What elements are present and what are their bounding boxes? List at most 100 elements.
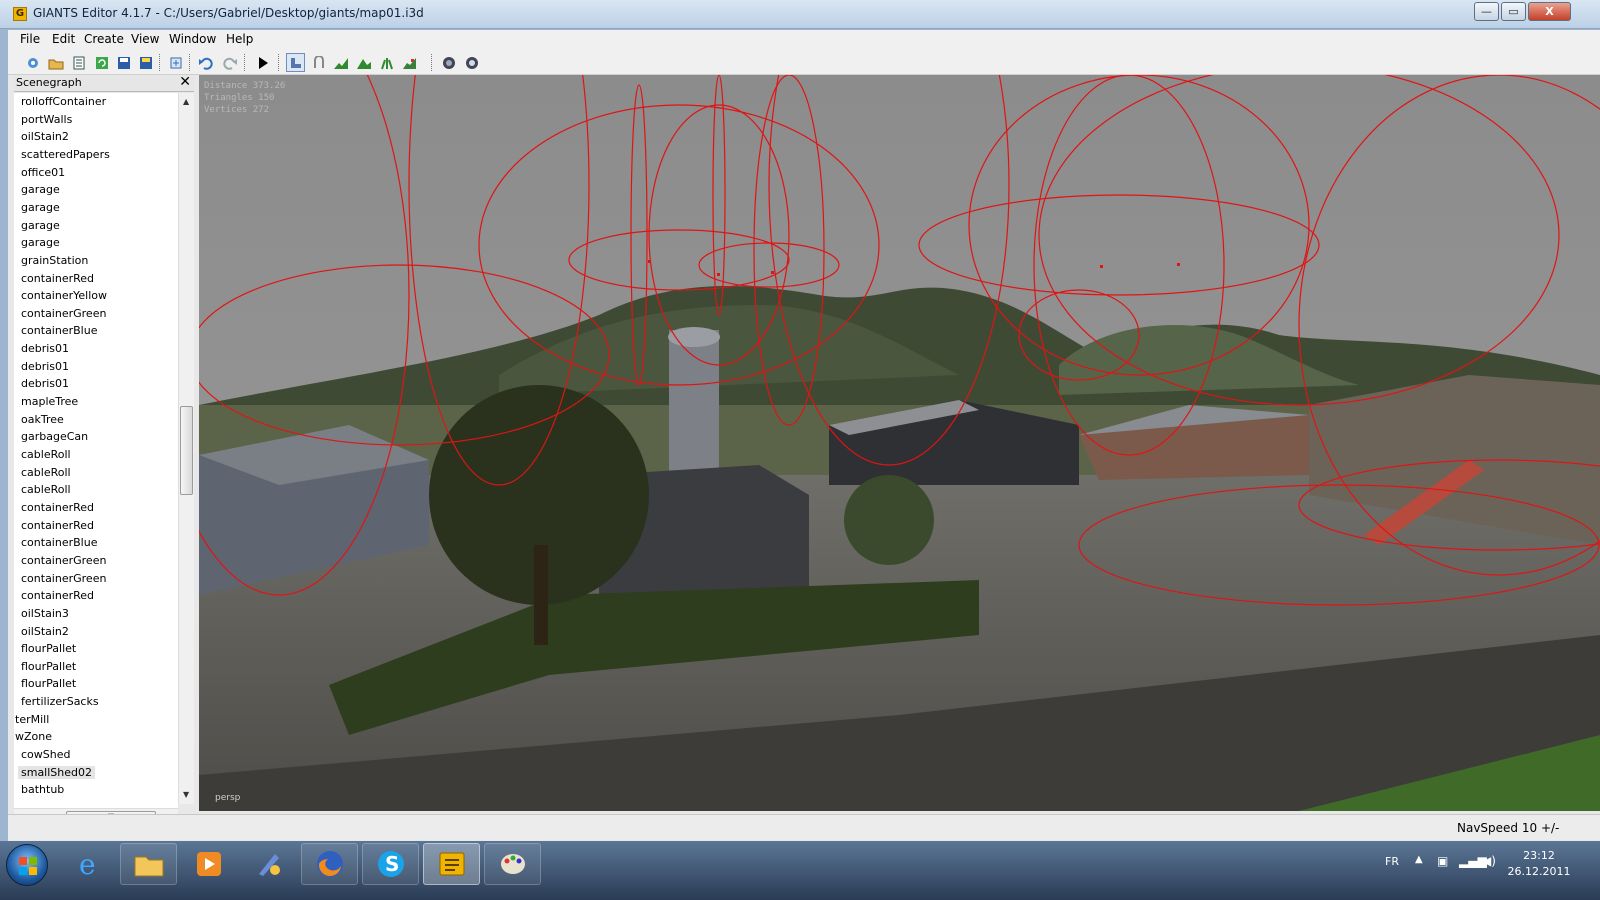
scenegraph-item[interactable]: grainStation <box>21 254 88 267</box>
giants-editor-icon[interactable] <box>423 843 480 885</box>
save-all-icon[interactable] <box>136 53 155 72</box>
scenegraph-item[interactable]: bathtub <box>21 783 64 796</box>
scenegraph-item[interactable]: containerRed <box>21 589 94 602</box>
system-clock[interactable]: 23:12 26.12.2011 <box>1507 848 1571 880</box>
scenegraph-item[interactable]: garage <box>21 201 60 214</box>
scenegraph-item[interactable]: debris01 <box>21 377 69 390</box>
view-gear-icon[interactable] <box>462 53 481 72</box>
viewport-triangles: Triangles 150 <box>204 93 275 103</box>
terrain-raise-icon[interactable] <box>331 53 350 72</box>
scenegraph-item[interactable]: flourPallet <box>21 677 76 690</box>
foliage-paint-icon[interactable] <box>377 53 396 72</box>
windows-logo-icon <box>19 857 37 875</box>
terrain-smooth-icon[interactable] <box>354 53 373 72</box>
title-bar: G GIANTS Editor 4.1.7 - C:/Users/Gabriel… <box>0 0 1600 29</box>
scroll-thumb[interactable] <box>180 406 193 495</box>
scenegraph-item[interactable]: containerGreen <box>21 554 106 567</box>
scenegraph-item[interactable]: fertilizerSacks <box>21 695 99 708</box>
explorer-folder-icon[interactable] <box>120 843 177 885</box>
new-icon[interactable] <box>23 53 42 72</box>
firefox-icon[interactable] <box>301 843 358 885</box>
paint-tool-icon[interactable] <box>240 843 297 885</box>
scroll-down-icon[interactable]: ▼ <box>183 790 189 799</box>
save-icon[interactable] <box>114 53 133 72</box>
scenegraph-item[interactable]: cableRoll <box>21 483 71 496</box>
maximize-button[interactable]: ▭ <box>1501 2 1526 21</box>
scenegraph-item[interactable]: oilStain2 <box>21 130 69 143</box>
select-icon[interactable] <box>286 53 305 72</box>
toolbar-separator <box>159 54 161 71</box>
tray-device-icon[interactable]: ▣ <box>1437 854 1448 868</box>
scenegraph-item[interactable]: debris01 <box>21 342 69 355</box>
scenegraph-item[interactable]: oilStain3 <box>21 607 69 620</box>
open-icon[interactable] <box>46 53 65 72</box>
scenegraph-item[interactable]: flourPallet <box>21 660 76 673</box>
import-icon[interactable] <box>166 53 185 72</box>
skype-icon[interactable]: S <box>362 843 419 885</box>
scenegraph-item[interactable]: oakTree <box>21 413 64 426</box>
scenegraph-item[interactable]: oilStain2 <box>21 625 69 638</box>
move-icon[interactable] <box>309 53 328 72</box>
scenegraph-item[interactable]: containerRed <box>21 519 94 532</box>
refresh-icon[interactable] <box>92 53 111 72</box>
internet-explorer-icon[interactable]: e <box>60 843 117 885</box>
terrain-paint-icon[interactable] <box>400 53 419 72</box>
start-button[interactable] <box>6 844 48 886</box>
toolbar-separator <box>189 54 191 71</box>
menu-create[interactable]: Create <box>84 32 124 46</box>
scenegraph-item[interactable]: containerBlue <box>21 324 97 337</box>
menu-edit[interactable]: Edit <box>52 32 75 46</box>
scenegraph-item[interactable]: containerRed <box>21 272 94 285</box>
menu-help[interactable]: Help <box>226 32 253 46</box>
menu-file[interactable]: File <box>20 32 40 46</box>
menu-view[interactable]: View <box>131 32 159 46</box>
close-icon[interactable]: ✕ <box>179 74 191 90</box>
paint-palette-icon[interactable] <box>484 843 541 885</box>
scenegraph-item[interactable]: rolloffContainer <box>21 95 106 108</box>
scenegraph-item[interactable]: containerRed <box>21 501 94 514</box>
scenegraph-item[interactable]: cableRoll <box>21 466 71 479</box>
minimize-button[interactable]: — <box>1474 2 1499 21</box>
scenegraph-item[interactable]: cowShed <box>21 748 70 761</box>
scenegraph-item[interactable]: garage <box>21 219 60 232</box>
list-icon[interactable] <box>69 53 88 72</box>
scenegraph-item[interactable]: debris01 <box>21 360 69 373</box>
scenegraph-item[interactable]: flourPallet <box>21 642 76 655</box>
scenegraph-item[interactable]: containerGreen <box>21 307 106 320</box>
settings-gear-icon[interactable] <box>439 53 458 72</box>
media-player-icon[interactable] <box>180 843 237 885</box>
scenegraph-item[interactable]: terMill <box>15 713 49 726</box>
menu-bar: File Edit Create View Window Help <box>8 30 1600 50</box>
scenegraph-item[interactable]: portWalls <box>21 113 72 126</box>
svg-text:e: e <box>79 849 96 879</box>
input-language-indicator[interactable]: FR <box>1385 855 1399 868</box>
toolbar-separator <box>431 54 433 71</box>
main-toolbar <box>8 50 1600 75</box>
scenegraph-item[interactable]: wZone <box>15 730 52 743</box>
scenegraph-item[interactable]: garbageCan <box>21 430 88 443</box>
3d-viewport[interactable]: Distance 373.26 Triangles 150 Vertices 2… <box>199 75 1600 811</box>
scenegraph-item[interactable]: smallShed02 <box>18 765 96 779</box>
scenegraph-item[interactable]: cableRoll <box>21 448 71 461</box>
scroll-up-icon[interactable]: ▲ <box>183 97 189 106</box>
scenegraph-title: Scenegraph <box>16 76 82 89</box>
menu-window[interactable]: Window <box>169 32 216 46</box>
toolbar-separator <box>278 54 280 71</box>
tray-expand-icon[interactable]: ▲ <box>1415 854 1423 865</box>
redo-icon[interactable] <box>220 53 239 72</box>
scenegraph-item[interactable]: scatteredPapers <box>21 148 110 161</box>
scenegraph-tree[interactable]: rolloffContainer portWalls oilStain2 scatte… <box>14 93 178 808</box>
volume-icon[interactable]: ◀) <box>1482 854 1496 868</box>
scenegraph-vertical-scrollbar[interactable]: ▲ ▼ <box>178 93 194 804</box>
close-button[interactable]: X <box>1528 2 1571 21</box>
scenegraph-item[interactable]: mapleTree <box>21 395 78 408</box>
scenegraph-item[interactable]: containerYellow <box>21 289 107 302</box>
scenegraph-item[interactable]: containerBlue <box>21 536 97 549</box>
play-icon[interactable] <box>253 53 272 72</box>
scenegraph-item[interactable]: garage <box>21 236 60 249</box>
scenegraph-item[interactable]: office01 <box>21 166 65 179</box>
scenegraph-item[interactable]: garage <box>21 183 60 196</box>
scenegraph-item[interactable]: containerGreen <box>21 572 106 585</box>
clock-date: 26.12.2011 <box>1507 865 1571 878</box>
undo-icon[interactable] <box>196 53 215 72</box>
